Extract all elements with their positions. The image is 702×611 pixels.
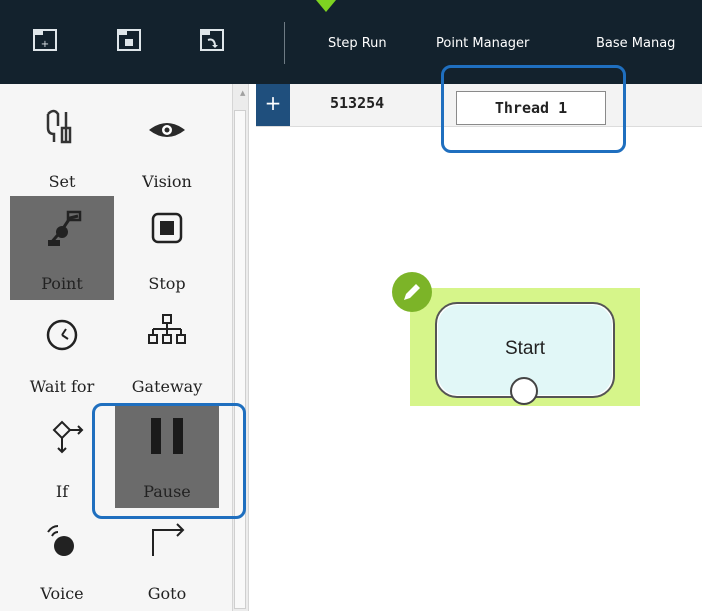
palette-label-goto: Goto [147,584,187,603]
wrench-icon [46,109,72,144]
edit-node-button[interactable] [392,272,432,312]
start-node-output-port[interactable] [510,377,538,405]
add-tab-button[interactable]: + [256,84,290,126]
svg-text:+: + [41,39,49,50]
green-indicator-arrow [316,0,336,12]
voice-icon [47,525,74,556]
folder-add-icon[interactable]: + [31,26,59,54]
folder-save-icon[interactable] [115,26,143,54]
robot-arm-icon [48,210,82,246]
stop-icon [151,212,183,244]
timer-icon [46,319,78,351]
thread-tab-highlight [441,65,626,153]
palette-item-stop[interactable]: Stop [115,196,219,300]
pencil-icon [404,284,420,300]
palette-label-stop: Stop [148,274,186,293]
eye-icon [149,123,185,137]
toolbar-separator [284,22,285,64]
palette-item-wait-for[interactable]: Wait for [10,299,114,403]
palette-label-wait-for: Wait for [29,377,95,396]
start-node-label: Start [504,338,546,359]
tab-project-id[interactable]: 513254 [330,94,384,112]
palette-label-gateway: Gateway [131,377,203,396]
palette-scrollbar-thumb[interactable] [234,110,246,609]
palette-item-goto[interactable]: Goto [115,506,219,610]
palette-label-voice: Voice [40,584,84,603]
scroll-up-icon[interactable]: ▲ [240,89,245,97]
palette-item-point[interactable]: Point [10,196,114,300]
palette-item-gateway[interactable]: Gateway [115,299,219,403]
palette-item-set[interactable]: Set [10,94,114,198]
hierarchy-icon [148,314,186,344]
menu-point-manager[interactable]: Point Manager [436,36,529,51]
pause-highlight [92,403,246,519]
palette-label-vision: Vision [142,172,192,191]
palette-label-set: Set [48,172,76,191]
menu-step-run[interactable]: Step Run [328,36,387,51]
palette-label-point: Point [41,274,83,293]
palette-item-vision[interactable]: Vision [115,94,219,198]
menu-base-manager[interactable]: Base Manag [596,36,675,51]
folder-open-icon[interactable] [198,26,226,54]
goto-arrow-icon [152,523,185,556]
palette-item-voice[interactable]: Voice [10,506,114,610]
